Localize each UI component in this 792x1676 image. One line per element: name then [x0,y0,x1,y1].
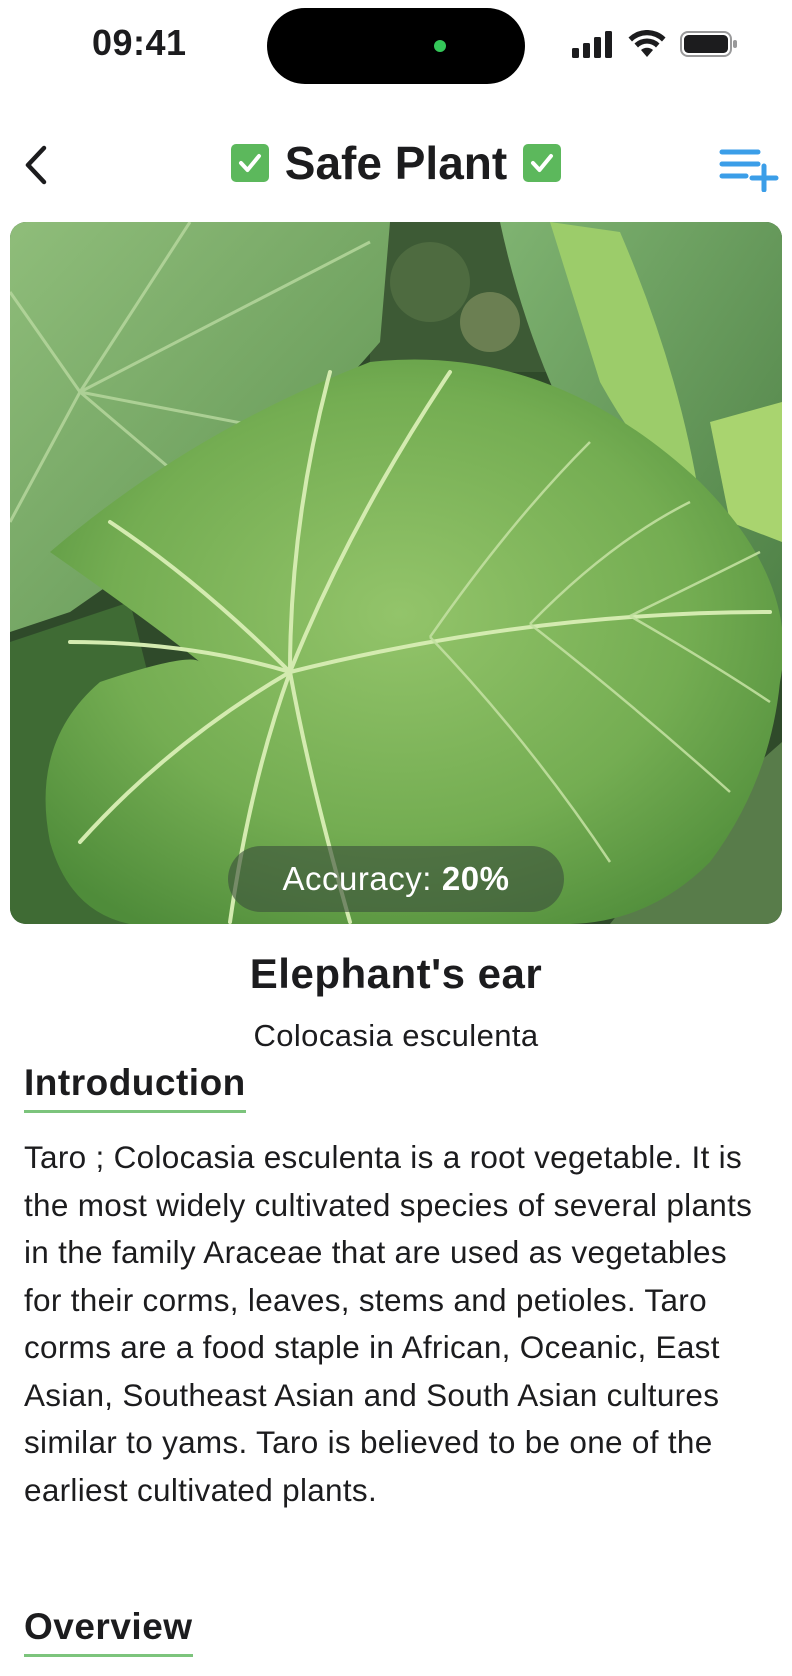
accuracy-badge: Accuracy: 20% [228,846,564,912]
plant-scientific-name: Colocasia esculenta [253,1018,539,1053]
add-to-list-button[interactable] [718,146,780,193]
plant-common-name: Elephant's ear [249,950,543,997]
signal-icon [572,31,612,58]
plant-photo: Accuracy: 20% [10,222,782,924]
plant-image [10,222,782,924]
status-bar: 09:41 [0,0,792,96]
battery-icon [680,31,737,57]
playlist-add-icon [719,149,779,193]
wifi-icon [628,30,666,57]
nav-title-group: Safe Plant [0,136,792,190]
introduction-text: Taro ; Colocasia esculenta is a root veg… [24,1139,753,1508]
introduction-heading: Introduction [24,1062,246,1113]
accuracy-label: Accuracy: [282,860,432,897]
page-title: Safe Plant [284,137,508,189]
camera-indicator-icon [434,40,446,52]
overview-heading: Overview [24,1606,193,1657]
accuracy-value: 20% [441,860,510,897]
navigation-bar: Safe Plant [0,120,792,210]
safe-check-icon [523,144,562,182]
safe-check-icon [230,144,269,182]
dynamic-island [267,8,525,84]
status-time: 09:41 [92,22,187,63]
status-icons [572,30,738,58]
